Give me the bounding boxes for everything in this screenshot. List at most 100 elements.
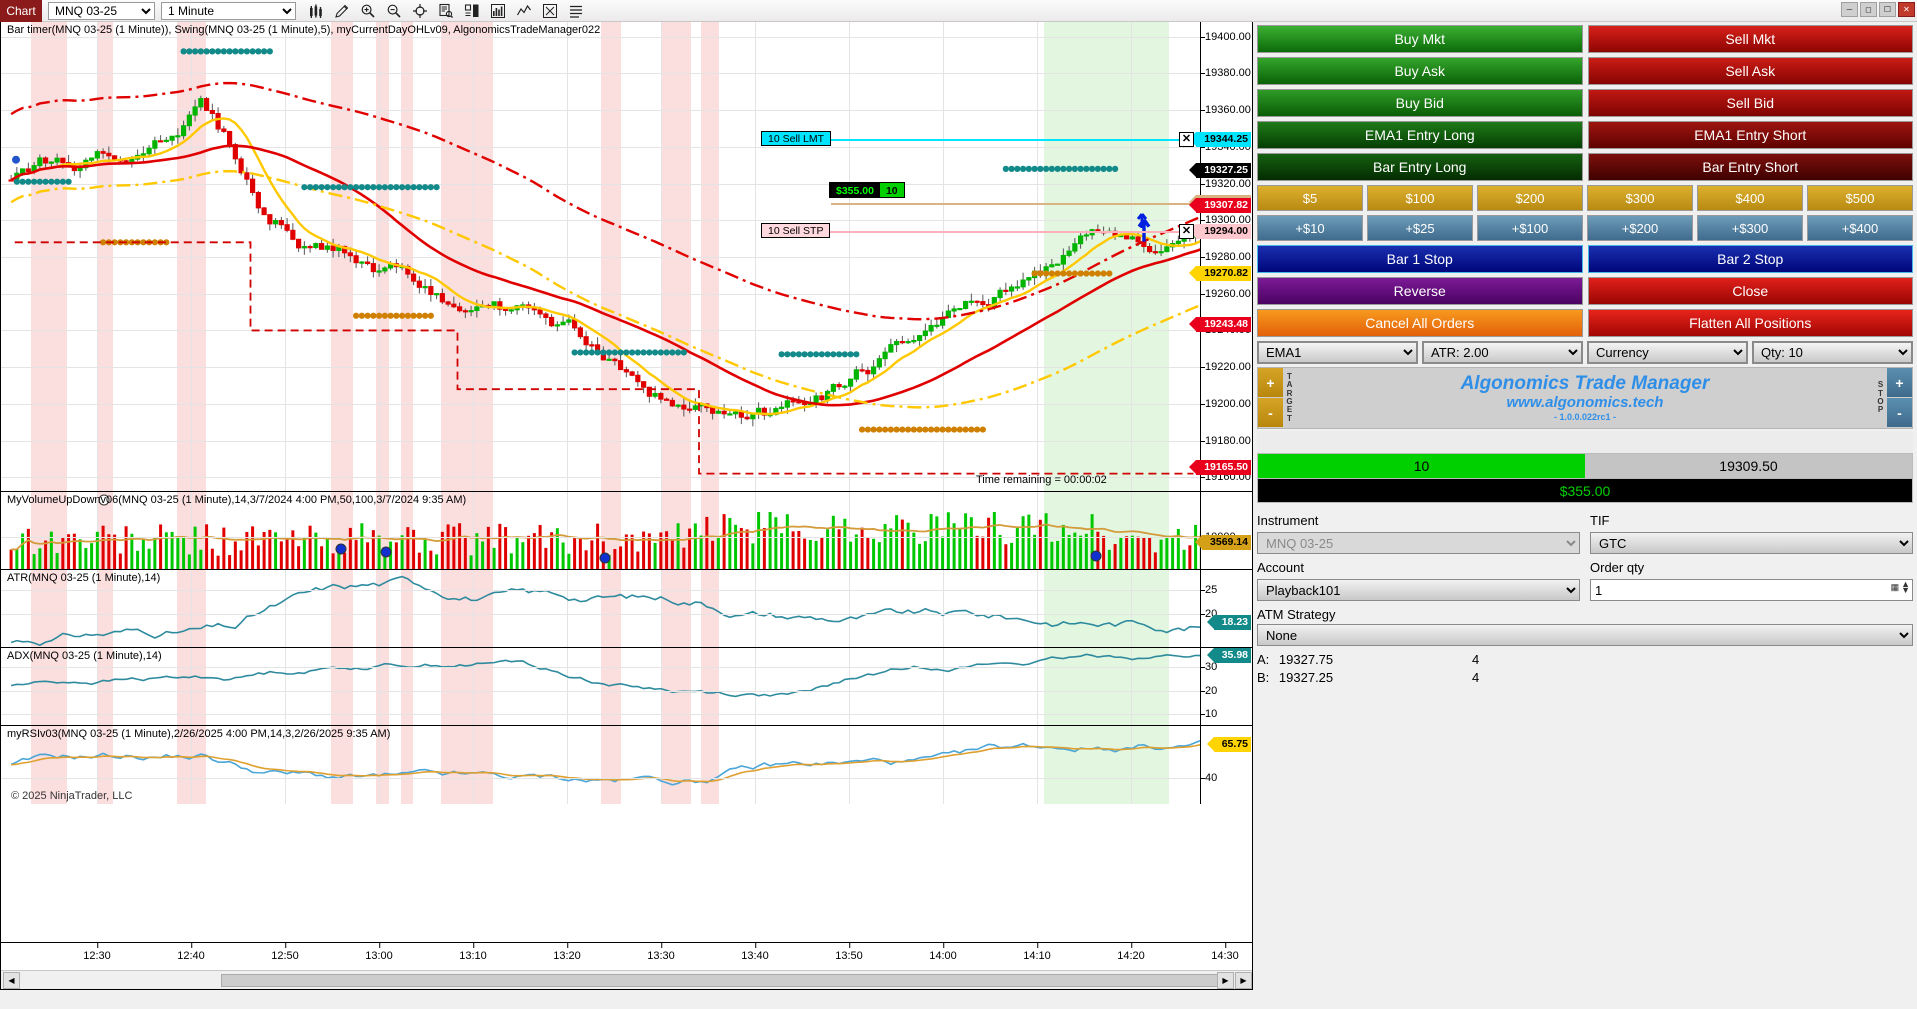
list-icon[interactable] [564, 1, 588, 21]
scroll-left-arrow[interactable]: ◀ [3, 971, 20, 989]
algonomics-trade-manager-panel[interactable]: Buy Mkt Sell Mkt Buy Ask Sell Ask Buy Bi… [1253, 22, 1917, 1009]
histogram-icon[interactable] [486, 1, 510, 21]
increment-button-200[interactable]: +$200 [1587, 215, 1693, 241]
currency-select[interactable]: Currency [1587, 341, 1748, 364]
data-box-icon[interactable] [434, 1, 458, 21]
instrument-select[interactable]: MNQ 03-25 [48, 1, 155, 20]
instrument-field[interactable]: MNQ 03-25 [1257, 532, 1580, 554]
bar-entry-short-button[interactable]: Bar Entry Short [1587, 153, 1913, 181]
amount-button-5[interactable]: $5 [1257, 185, 1363, 211]
cancel-limit-order-icon[interactable]: ✕ [1179, 131, 1194, 147]
qty-stepper[interactable]: ▦ ▲ ▼ [1891, 580, 1910, 595]
rsi-panel-label: myRSIv03(MNQ 03-25 (1 Minute),2/26/2025 … [7, 728, 391, 740]
stop-plus-button[interactable]: + [1887, 368, 1912, 398]
atm-strategy-field[interactable]: None [1257, 624, 1913, 646]
zoom-in-icon[interactable] [356, 1, 380, 21]
amount-button-100[interactable]: $100 [1367, 185, 1473, 211]
adx-axis[interactable]: 30 20 10 35.98 [1200, 648, 1252, 725]
increment-button-10[interactable]: +$10 [1257, 215, 1363, 241]
minimize-button[interactable]: ─ [1841, 2, 1858, 17]
gridline [1, 613, 1200, 615]
time-label: 14:00 [929, 943, 957, 962]
interval-select[interactable]: 1 Minute [161, 1, 296, 20]
sell-mkt-button[interactable]: Sell Mkt [1587, 25, 1913, 53]
bar-2-stop-button[interactable]: Bar 2 Stop [1587, 245, 1913, 273]
target-plus-button[interactable]: + [1258, 368, 1283, 398]
horizontal-scrollbar[interactable]: ◀ ▶ ▶ [1, 970, 1252, 989]
line-chart-icon[interactable] [512, 1, 536, 21]
increment-button-300[interactable]: +$300 [1697, 215, 1803, 241]
chart-area[interactable]: Bar timer(MNQ 03-25 (1 Minute)), Swing(M… [0, 22, 1253, 990]
gridline-v [755, 22, 756, 491]
price-axis[interactable]: 19400.00 19380.00 19360.00 19340.00 19320.00… [1189, 22, 1252, 491]
sell-stop-order-tag[interactable]: 10 Sell STP [761, 223, 831, 239]
ema-select[interactable]: EMA1 [1257, 341, 1418, 364]
scroll-thumb[interactable] [221, 974, 1221, 987]
flatten-all-positions-button[interactable]: Flatten All Positions [1587, 309, 1913, 337]
scroll-end-arrow[interactable]: ▶ [1235, 971, 1252, 989]
reverse-button[interactable]: Reverse [1257, 277, 1583, 305]
close-button[interactable]: ✕ [1898, 2, 1915, 17]
bar-chart-icon[interactable] [304, 1, 328, 21]
close-button[interactable]: Close [1587, 277, 1913, 305]
scroll-right-arrow[interactable]: ▶ [1217, 971, 1234, 989]
atr-panel[interactable]: ATR(MNQ 03-25 (1 Minute),14) 25 20 18.23 [1, 570, 1252, 648]
adx-panel[interactable]: ADX(MNQ 03-25 (1 Minute),14) 30 20 10 35.98 [1, 648, 1252, 726]
chart-tab[interactable]: Chart [0, 0, 42, 22]
cancel-all-orders-button[interactable]: Cancel All Orders [1257, 309, 1583, 337]
account-field[interactable]: Playback101 [1257, 579, 1580, 601]
sell-ask-button[interactable]: Sell Ask [1587, 57, 1913, 85]
pencil-icon[interactable] [330, 1, 354, 21]
qty-select[interactable]: Qty: 10 [1752, 341, 1913, 364]
cancel-stop-order-icon[interactable]: ✕ [1179, 223, 1194, 239]
buy-mkt-button[interactable]: Buy Mkt [1257, 25, 1583, 53]
crosshair-icon[interactable] [408, 1, 432, 21]
layout-icon[interactable] [460, 1, 484, 21]
tif-field[interactable]: GTC [1590, 532, 1913, 554]
amount-button-400[interactable]: $400 [1697, 185, 1803, 211]
volume-axis[interactable]: 100003569.14 [1195, 492, 1252, 569]
amount-button-500[interactable]: $500 [1807, 185, 1913, 211]
gridline-v [1131, 22, 1132, 491]
maximize-button[interactable]: ☐ [1879, 2, 1896, 17]
increment-button-400[interactable]: +$400 [1807, 215, 1913, 241]
level-a-label: A: [1257, 652, 1270, 667]
ema1-entry-long-button[interactable]: EMA1 Entry Long [1257, 121, 1583, 149]
time-axis[interactable]: 12:30 12:40 12:50 13:00 13:10 13:20 13:30 13:40… [1, 942, 1252, 970]
calculator-icon[interactable]: ▦ [1891, 582, 1900, 593]
brand-url[interactable]: www.algonomics.tech [1507, 394, 1664, 411]
gridline-v [379, 570, 380, 647]
bar-1-stop-button[interactable]: Bar 1 Stop [1257, 245, 1583, 273]
rsi-axis[interactable]: 40 65.75 [1200, 726, 1252, 804]
rsi-panel[interactable]: myRSIv03(MNQ 03-25 (1 Minute),2/26/2025 … [1, 726, 1252, 804]
price-panel[interactable]: Bar timer(MNQ 03-25 (1 Minute)), Swing(M… [1, 22, 1252, 492]
buy-ask-button[interactable]: Buy Ask [1257, 57, 1583, 85]
stop-minus-button[interactable]: - [1887, 398, 1912, 428]
atr-select[interactable]: ATR: 2.00 [1422, 341, 1583, 364]
target-minus-button[interactable]: - [1258, 398, 1283, 428]
ema1-entry-short-button[interactable]: EMA1 Entry Short [1587, 121, 1913, 149]
stepper-arrows-icon[interactable]: ▲ ▼ [1901, 580, 1910, 595]
bar-entry-long-button[interactable]: Bar Entry Long [1257, 153, 1583, 181]
level-b-qty: 4 [1472, 670, 1480, 685]
increment-button-25[interactable]: +$25 [1367, 215, 1473, 241]
buy-bid-button[interactable]: Buy Bid [1257, 89, 1583, 117]
sell-bid-button[interactable]: Sell Bid [1587, 89, 1913, 117]
price-plot[interactable]: 10 Sell LMT ✕ 10 Sell STP ✕ $355.00 10 Time re… [1, 22, 1200, 491]
sell-limit-order-tag[interactable]: 10 Sell LMT [761, 131, 832, 147]
adx-plot[interactable] [1, 648, 1200, 725]
volume-panel[interactable]: MyVolumeUpDownv06(MNQ 03-25 (1 Minute),1… [1, 492, 1252, 570]
atr-plot[interactable] [1, 570, 1200, 647]
amount-button-300[interactable]: $300 [1587, 185, 1693, 211]
restore-button[interactable]: ◻ [1860, 2, 1877, 17]
order-row-bid: Buy Bid Sell Bid [1257, 89, 1913, 117]
atr-axis[interactable]: 25 20 18.23 [1200, 570, 1252, 647]
pnl-amount: $355.00 [830, 182, 880, 197]
increment-button-100[interactable]: +$100 [1477, 215, 1583, 241]
target-adjust-group: + - [1258, 368, 1283, 428]
amount-button-200[interactable]: $200 [1477, 185, 1583, 211]
zoom-out-icon[interactable] [382, 1, 406, 21]
template-icon[interactable] [538, 1, 562, 21]
position-spacer [1257, 431, 1913, 453]
order-qty-field[interactable] [1590, 579, 1913, 601]
